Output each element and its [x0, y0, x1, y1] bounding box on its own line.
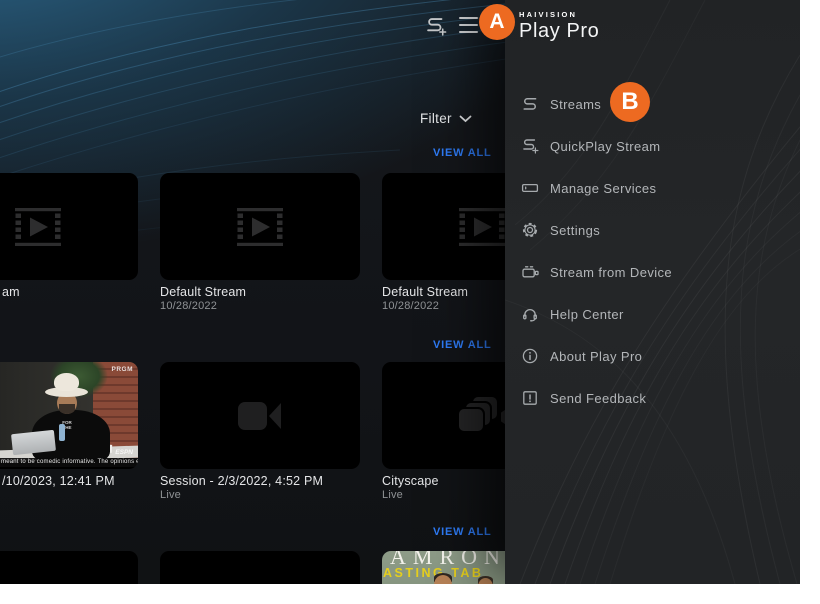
water-bottle	[59, 424, 65, 441]
menu-item-label: Stream from Device	[550, 265, 672, 280]
menu-item-label: Settings	[550, 223, 600, 238]
ticker-text: meant to be comedic informative. The opi…	[0, 458, 138, 467]
menu-item-label: Send Feedback	[550, 391, 646, 406]
card-title: Session - 2/3/2022, 4:52 PM	[160, 474, 370, 488]
filter-label: Filter	[420, 111, 452, 126]
person-beard	[59, 404, 75, 414]
menu-item-settings[interactable]: Settings	[505, 216, 800, 244]
card-title: Default Stream	[160, 285, 370, 299]
stream-card-thumbnail[interactable]	[160, 173, 360, 280]
stream-card-thumbnail[interactable]	[0, 173, 138, 280]
laptop	[11, 430, 56, 455]
quickplay-stream-icon	[521, 137, 539, 155]
settings-gear-icon	[521, 221, 539, 239]
multicam-stacked-icon	[455, 394, 509, 438]
haivision-logo: HAIVISION	[519, 10, 599, 19]
video-camera-icon	[238, 401, 282, 431]
card-label: Default Stream 10/28/2022	[160, 285, 370, 313]
menu-item-streams[interactable]: Streams	[505, 90, 800, 118]
film-play-icon	[459, 208, 505, 246]
card-label: Session - 2/3/2022, 4:52 PM Live	[160, 474, 370, 502]
letterbox-bar	[0, 467, 138, 469]
nav-drawer: HAIVISION Play Pro Streams	[505, 0, 800, 584]
stream-from-device-icon	[521, 263, 539, 281]
watermark-top: PRGM	[112, 366, 134, 373]
filter-control[interactable]: Filter	[420, 111, 472, 126]
menu-item-help-center[interactable]: Help Center	[505, 300, 800, 328]
card-subtitle: 10/28/2022	[160, 300, 370, 313]
menu-item-manage-services[interactable]: Manage Services	[505, 174, 800, 202]
send-feedback-icon	[521, 389, 539, 407]
menu-item-quickplay-stream[interactable]: QuickPlay Stream	[505, 132, 800, 160]
manage-services-icon	[521, 179, 539, 197]
film-play-icon	[237, 208, 283, 246]
chevron-down-icon	[459, 115, 472, 123]
view-all-link-live[interactable]: VIEW ALL	[433, 339, 492, 351]
streams-icon	[521, 95, 539, 113]
screenshot-canvas: Filter VIEW ALL VIEW ALL VIEW ALL	[0, 0, 820, 604]
session-card-thumbnail[interactable]	[0, 551, 138, 584]
app-title: Play Pro	[519, 20, 599, 43]
view-all-link-recordings[interactable]: VIEW ALL	[433, 147, 492, 159]
live-session-thumbnail[interactable]	[160, 362, 360, 469]
live-stream-thumbnail[interactable]: FOR THE PRGM ESPN meant to be comedic in…	[0, 362, 138, 469]
menu-item-label: Help Center	[550, 307, 624, 322]
menu-item-about-play-pro[interactable]: About Play Pro	[505, 342, 800, 370]
menu-item-send-feedback[interactable]: Send Feedback	[505, 384, 800, 412]
hamburger-menu-icon[interactable]	[458, 17, 478, 33]
film-play-icon	[15, 208, 61, 246]
app-window: Filter VIEW ALL VIEW ALL VIEW ALL	[0, 0, 800, 584]
card-subtitle: Live	[160, 489, 370, 502]
session-card-thumbnail[interactable]	[160, 551, 360, 584]
menu-item-label: Streams	[550, 97, 601, 112]
menu-item-stream-from-device[interactable]: Stream from Device	[505, 258, 800, 286]
menu-item-label: About Play Pro	[550, 349, 642, 364]
brand-block: HAIVISION Play Pro	[519, 10, 599, 43]
quickplay-stream-icon[interactable]	[424, 14, 448, 38]
view-all-link-sessions[interactable]: VIEW ALL	[433, 526, 492, 538]
drawer-guilloche-pattern	[505, 0, 800, 584]
menu-item-label: Manage Services	[550, 181, 656, 196]
cowboy-hat-crown	[54, 373, 79, 391]
menu-item-label: QuickPlay Stream	[550, 139, 660, 154]
help-center-icon	[521, 305, 539, 323]
about-info-icon	[521, 347, 539, 365]
callout-badge-b: B	[610, 82, 650, 122]
callout-badge-a: A	[479, 4, 515, 40]
watermark-bottom: ESPN	[115, 449, 133, 456]
